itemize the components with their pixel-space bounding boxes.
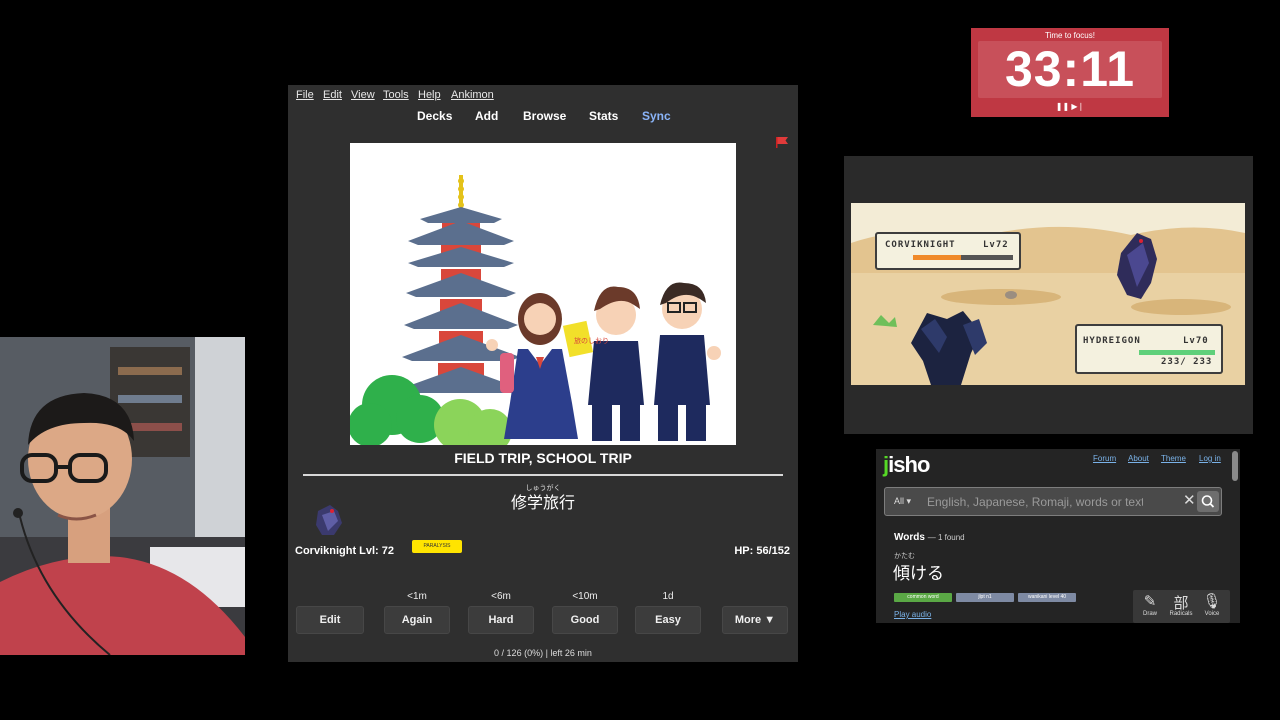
tag-common-word: common word [894, 593, 952, 602]
interval-good: <10m [572, 591, 598, 602]
student-boy-1: 旅のしおり [562, 286, 644, 441]
draw-tool[interactable]: ✎ Draw [1135, 592, 1165, 617]
player-name: HYDREIGON [1083, 336, 1141, 346]
tag-wanikani: wanikani level 40 [1018, 593, 1076, 602]
menu-edit[interactable]: Edit [323, 89, 342, 101]
menu-tools[interactable]: Tools [383, 89, 409, 101]
player-hp-text: 233/ 233 [1161, 357, 1213, 367]
menu-view[interactable]: View [351, 89, 375, 101]
interval-again: <1m [407, 591, 427, 602]
timer-value: 33:11 [1004, 41, 1136, 97]
focus-timer: Time to focus! 33:11 ❚❚ ▶❘ [971, 28, 1169, 117]
interval-hard: <6m [491, 591, 511, 602]
enemy-status-box: CORVIKNIGHT Lv72 [875, 232, 1021, 270]
voice-label: Voice [1204, 611, 1220, 617]
enemy-name: CORVIKNIGHT [885, 240, 956, 250]
player-hydreigon [911, 311, 987, 385]
good-button[interactable]: Good [552, 606, 618, 634]
timer-title: Time to focus! [1045, 31, 1095, 40]
jisho-scrollbar[interactable] [1232, 451, 1238, 481]
pet-name-level: Corviknight Lvl: 72 [295, 545, 395, 557]
results-count: — 1 found [927, 533, 965, 542]
more-button[interactable]: More ▼ [722, 606, 788, 634]
status-badge: PARALYSIS [412, 540, 462, 553]
student-boy-2 [654, 282, 721, 441]
jisho-nav-theme[interactable]: Theme [1161, 454, 1186, 463]
jisho-logo[interactable]: jisho [883, 452, 930, 478]
card-divider [303, 474, 783, 476]
anki-window: File Edit View Tools Help Ankimon Decks … [288, 85, 798, 662]
card-answer-english: FIELD TRIP, SCHOOL TRIP [454, 450, 632, 466]
menu-ankimon[interactable]: Ankimon [451, 89, 494, 101]
jisho-nav-about[interactable]: About [1128, 454, 1149, 463]
search-button[interactable] [1197, 491, 1219, 512]
voice-tool[interactable]: 🎙 Voice [1197, 592, 1227, 617]
timer-controls[interactable]: ❚❚ ▶❘ [971, 102, 1169, 111]
nav-browse[interactable]: Browse [523, 109, 566, 123]
corviknight-sprite-icon [316, 505, 342, 535]
menu-file[interactable]: File [296, 89, 314, 101]
card-illustration: 旅のしおり [350, 143, 736, 445]
menu-help[interactable]: Help [418, 89, 441, 101]
enemy-level: Lv72 [983, 240, 1009, 250]
player-hp-bar [1139, 350, 1215, 355]
battle-screen: CORVIKNIGHT Lv72 HYDREIGON Lv70 233/ 233 [851, 203, 1245, 385]
menubar: File Edit View Tools Help Ankimon [288, 85, 798, 105]
player-hp-track [1139, 350, 1215, 355]
result-word: 傾ける [893, 564, 944, 583]
nav-add[interactable]: Add [475, 109, 498, 123]
radicals-tool[interactable]: 部 Radicals [1166, 592, 1196, 617]
enemy-hp-track [913, 255, 1013, 260]
jisho-search-input[interactable] [927, 492, 1143, 511]
nav-stats[interactable]: Stats [589, 109, 618, 123]
enemy-hp-bar [913, 255, 961, 260]
flag-icon[interactable] [776, 137, 788, 148]
play-audio-link[interactable]: Play audio [894, 610, 931, 619]
hard-button[interactable]: Hard [468, 606, 534, 634]
review-progress: 0 / 126 (0%) | left 26 min [494, 648, 592, 658]
pencil-icon: ✎ [1143, 593, 1157, 610]
player-level: Lv70 [1183, 336, 1209, 346]
input-tools: ✎ Draw 部 Radicals 🎙 Voice [1133, 590, 1230, 623]
nav-decks[interactable]: Decks [417, 109, 452, 123]
sign-text: 旅のしおり [574, 336, 609, 345]
results-heading-label: Words [894, 532, 925, 543]
webcam-feed [0, 337, 245, 655]
clear-icon[interactable]: ✕ [1183, 491, 1196, 509]
again-button[interactable]: Again [384, 606, 450, 634]
nav-sync[interactable]: Sync [642, 109, 671, 123]
jisho-nav-login[interactable]: Log in [1199, 454, 1221, 463]
jisho-window: jisho Forum About Theme Log in All ▾ ✕ W… [876, 449, 1240, 623]
microphone-icon: 🎙 [1202, 593, 1222, 610]
edit-button[interactable]: Edit [296, 606, 364, 634]
top-navigation: Decks Add Browse Stats Sync [288, 107, 798, 125]
card-kanji: 修学旅行 [510, 495, 575, 512]
jisho-nav-forum[interactable]: Forum [1093, 454, 1116, 463]
radicals-icon: 部 [1173, 595, 1189, 612]
pet-hp: HP: 56/152 [734, 545, 790, 557]
search-filter-select[interactable]: All ▾ [894, 496, 911, 507]
interval-easy: 1d [662, 591, 674, 602]
results-heading: Words — 1 found [894, 532, 965, 543]
easy-button[interactable]: Easy [635, 606, 701, 634]
battle-window: CORVIKNIGHT Lv72 HYDREIGON Lv70 233/ 233 [844, 156, 1253, 434]
tag-jlpt: jlpt n1 [956, 593, 1014, 602]
player-status-box: HYDREIGON Lv70 233/ 233 [1075, 324, 1223, 374]
draw-label: Draw [1142, 611, 1157, 617]
search-icon [1201, 495, 1215, 508]
radicals-label: Radicals [1169, 611, 1193, 617]
jisho-search-bar: All ▾ ✕ [884, 487, 1222, 516]
